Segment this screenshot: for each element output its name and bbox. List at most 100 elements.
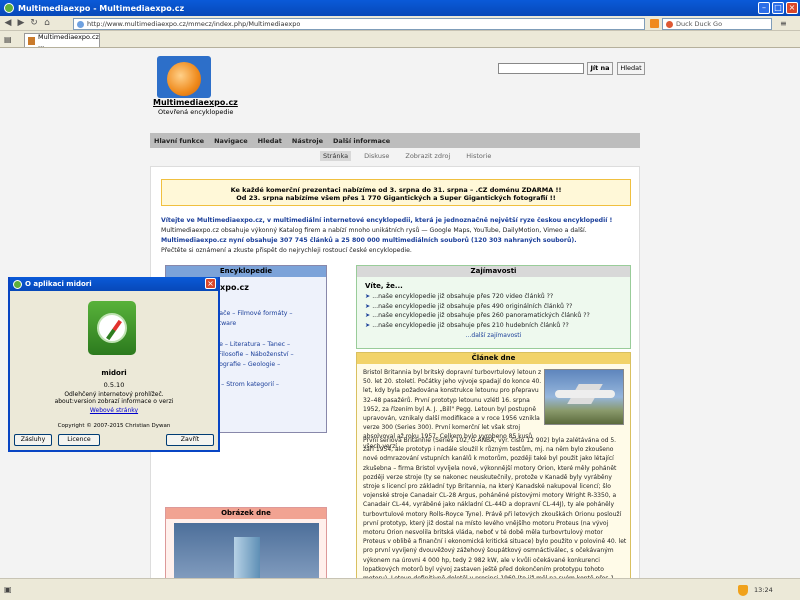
duckduckgo-icon xyxy=(666,20,673,28)
curiosities-header: Zajímavosti xyxy=(357,266,630,277)
copyright-text: Copyright © 2007-2015 Christian Dywan xyxy=(57,423,171,429)
tab-discussion[interactable]: Diskuse xyxy=(361,151,392,161)
site-logo[interactable] xyxy=(153,56,215,116)
tab-view-source[interactable]: Zobrazit zdroj xyxy=(402,151,453,161)
did-you-know-heading: Víte, že... xyxy=(365,282,403,290)
system-tray: 13:24 xyxy=(738,583,794,597)
skyscraper-photo[interactable] xyxy=(174,523,319,578)
sidepanel-toggle-icon[interactable]: ▣ xyxy=(4,585,14,595)
app-description: Odlehčený internetový prohlížeč. about:v… xyxy=(10,391,218,405)
security-shield-icon[interactable] xyxy=(738,584,748,596)
app-description-line-2: about:version zobrazí informace o verzi xyxy=(54,398,174,405)
menu-tools[interactable]: Nástroje xyxy=(292,137,323,145)
status-bar: ▣ 13:24 xyxy=(0,578,800,600)
arrow-bullet-icon: ➤ xyxy=(365,302,371,310)
dialog-close-button[interactable]: Zavřít xyxy=(166,434,214,446)
article-of-day-header: Článek dne xyxy=(357,353,630,364)
main-content: Ke každé komerční prezentaci nabízíme od… xyxy=(150,166,640,578)
arrow-bullet-icon: ➤ xyxy=(365,321,371,329)
midori-logo-icon xyxy=(88,301,136,355)
go-button[interactable]: Jít na xyxy=(587,62,613,75)
tab-list-icon[interactable]: ▤ xyxy=(4,35,14,44)
intro-paragraph-1: Vítejte ve Multimediaexpo.cz, v multimed… xyxy=(161,217,613,224)
credits-button[interactable]: Zásluhy xyxy=(14,434,52,446)
back-arrow-icon[interactable]: ◀ xyxy=(3,18,13,28)
intro-paragraph-2: Multimediaexpo.cz obsahuje výkonný Katal… xyxy=(161,227,587,234)
banner-line-1: Ke každé komerční prezentaci nabízíme od… xyxy=(230,186,562,194)
midori-small-icon xyxy=(13,279,22,289)
app-version: 0.5.10 xyxy=(103,381,125,389)
dialog-titlebar: O aplikaci midori × xyxy=(10,277,218,291)
app-description-line-1: Odlehčený internetový prohlížeč. xyxy=(64,391,164,398)
menu-search[interactable]: Hledat xyxy=(258,137,282,145)
compass-needle xyxy=(106,319,122,341)
home-icon[interactable]: ⌂ xyxy=(42,18,52,28)
tab-history[interactable]: Historie xyxy=(463,151,494,161)
logo-globe-icon xyxy=(167,62,201,96)
picture-of-day-box: Obrázek dne xyxy=(165,507,327,578)
license-button[interactable]: Licence xyxy=(58,434,100,446)
web-search-input[interactable]: Duck Duck Go xyxy=(662,18,772,30)
reload-icon[interactable]: ↻ xyxy=(29,18,39,28)
compass-icon xyxy=(97,313,127,343)
intro-text: Vítejte ve Multimediaexpo.cz, v multimed… xyxy=(161,216,631,256)
menu-main-functions[interactable]: Hlavní funkce xyxy=(154,137,204,145)
airplane-body-shape xyxy=(555,390,615,398)
midori-app-icon xyxy=(4,3,14,13)
curiosity-text-3[interactable]: ...naše encyklopedie již obsahuje přes 2… xyxy=(372,312,590,319)
page-subtabs: Stránka Diskuse Zobrazit zdroj Historie xyxy=(320,151,494,161)
app-menu-icon[interactable]: ≡ xyxy=(780,19,792,29)
curiosities-box: Zajímavosti Víte, že... ➤ ...naše encyklo… xyxy=(356,265,631,349)
site-logo-subtitle: Otevřená encyklopedie xyxy=(158,108,234,116)
curiosity-text-1[interactable]: ...naše encyklopedie již obsahuje přes 7… xyxy=(372,293,553,300)
maximize-button[interactable]: □ xyxy=(772,2,784,14)
site-menubar: Hlavní funkce Navigace Hledat Nástroje D… xyxy=(150,133,640,148)
tab-label: Multimediaexpo.cz ... xyxy=(38,32,99,49)
banner-line-2: Od 23. srpna nabízíme všem přes 1 770 Gi… xyxy=(236,194,556,202)
intro-paragraph-4: Přečtěte si oznámení a zkuste přispět do… xyxy=(161,247,412,254)
airplane-photo[interactable] xyxy=(544,369,624,425)
picture-of-day-header: Obrázek dne xyxy=(166,508,326,519)
site-logo-title[interactable]: Multimediaexpo.cz xyxy=(153,98,238,107)
rss-feed-icon[interactable] xyxy=(650,19,659,28)
site-search-input[interactable] xyxy=(498,63,584,74)
tab-favicon-icon xyxy=(28,36,36,45)
app-name: midori xyxy=(101,369,127,377)
web-search-placeholder: Duck Duck Go xyxy=(676,20,723,28)
curiosity-text-2[interactable]: ...naše encyklopedie již obsahuje přes 4… xyxy=(372,303,572,310)
promo-banner: Ke každé komerční prezentaci nabízíme od… xyxy=(161,179,631,206)
tab-bar: ▤ Multimediaexpo.cz ... xyxy=(0,31,800,49)
clock: 13:24 xyxy=(754,586,773,594)
website-link[interactable]: Webové stránky xyxy=(10,407,218,414)
list-item: ➤ ...naše encyklopedie již obsahuje přes … xyxy=(357,292,630,302)
url-text: http://www.multimediaexpo.cz/mmecz/index… xyxy=(87,20,301,28)
dialog-title: O aplikaci midori xyxy=(25,280,92,288)
encyclopedia-header: Encyklopedie xyxy=(166,266,326,277)
article-body-text: První sériová Britannie (Series 102, G-A… xyxy=(363,437,627,578)
about-dialog: O aplikaci midori × midori 0.5.10 Odlehč… xyxy=(8,277,220,452)
minimize-button[interactable]: – xyxy=(758,2,770,14)
tab-multimediaexpo[interactable]: Multimediaexpo.cz ... xyxy=(24,32,100,49)
menu-navigation[interactable]: Navigace xyxy=(214,137,248,145)
forward-arrow-icon[interactable]: ▶ xyxy=(16,18,26,28)
tower-shape xyxy=(234,537,260,578)
site-identity-icon xyxy=(77,20,84,28)
curiosity-text-4[interactable]: ...naše encyklopedie již obsahuje přes 2… xyxy=(372,322,569,329)
arrow-bullet-icon: ➤ xyxy=(365,293,371,300)
close-window-button[interactable]: × xyxy=(786,2,798,14)
intro-paragraph-3: Multimediaexpo.cz nyní obsahuje 307 745 … xyxy=(161,237,577,244)
more-curiosities-link[interactable]: ...další zajímavosti xyxy=(357,332,630,339)
window-title: Multimediaexpo - Multimediaexpo.cz xyxy=(18,3,185,13)
list-item: ➤ ...naše encyklopedie již obsahuje přes … xyxy=(357,321,630,331)
url-input[interactable]: http://www.multimediaexpo.cz/mmecz/index… xyxy=(73,18,645,30)
search-button[interactable]: Hledat xyxy=(617,62,645,75)
list-item: ➤ ...naše encyklopedie již obsahuje přes … xyxy=(357,302,630,312)
dialog-close-icon[interactable]: × xyxy=(205,278,216,289)
arrow-bullet-icon: ➤ xyxy=(365,312,371,319)
list-item: ➤ ...naše encyklopedie již obsahuje přes … xyxy=(357,311,630,321)
article-of-day-box: Článek dne Bristol Britannia byl britský… xyxy=(356,352,631,578)
window-titlebar: Multimediaexpo - Multimediaexpo.cz – □ × xyxy=(0,0,800,16)
navigation-toolbar: ◀ ▶ ↻ ⌂ http://www.multimediaexpo.cz/mme… xyxy=(0,16,800,31)
tab-page[interactable]: Stránka xyxy=(320,151,352,161)
menu-more-info[interactable]: Další informace xyxy=(333,137,390,145)
